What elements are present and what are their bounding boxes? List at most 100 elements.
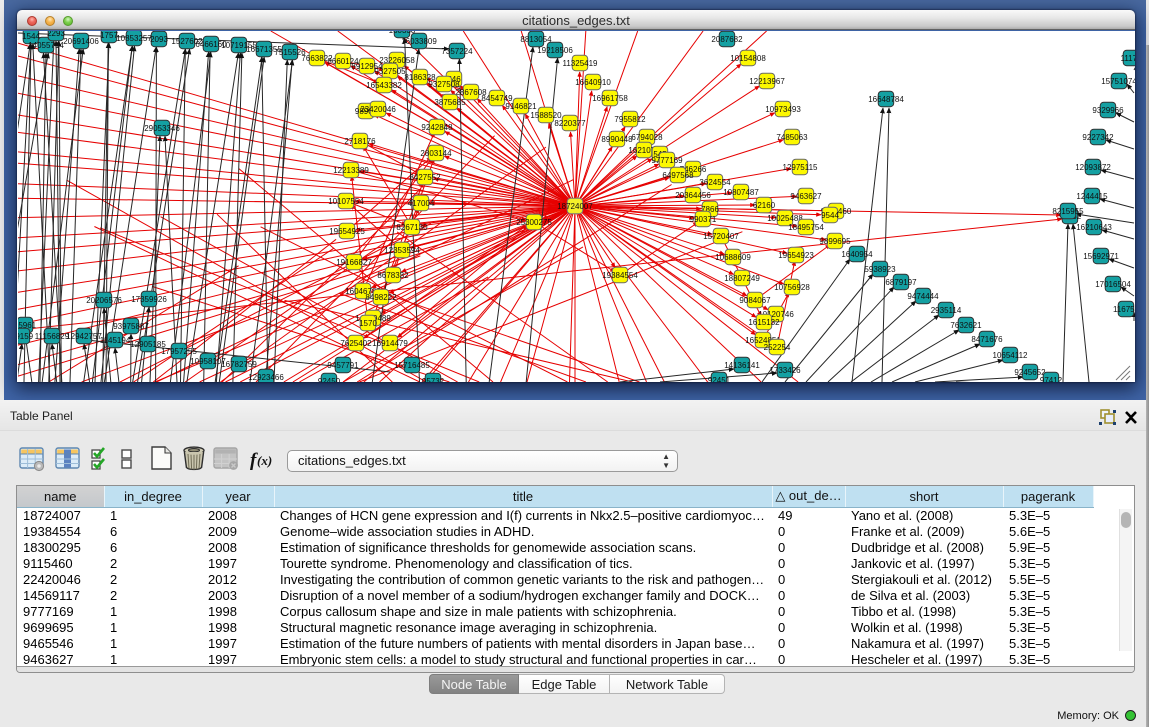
svg-text:8813054: 8813054 — [520, 35, 552, 44]
svg-text:990371: 990371 — [690, 215, 717, 224]
svg-text:18807249: 18807249 — [724, 274, 760, 283]
svg-text:9084067: 9084067 — [739, 296, 771, 305]
svg-text:7955812: 7955812 — [614, 115, 646, 124]
svg-text:8427552: 8427552 — [409, 173, 441, 182]
svg-text:12213389: 12213389 — [333, 166, 369, 175]
svg-text:10688609: 10688609 — [715, 253, 751, 262]
svg-text:12213967: 12213967 — [749, 77, 785, 86]
svg-text:10973493: 10973493 — [765, 105, 801, 114]
svg-text:3875685: 3875685 — [434, 98, 466, 107]
svg-text:1615132: 1615132 — [748, 318, 780, 327]
svg-text:2803144: 2803144 — [420, 149, 452, 158]
svg-text:9899695: 9899695 — [819, 237, 851, 246]
svg-text:2087682: 2087682 — [711, 35, 743, 44]
svg-text:252254: 252254 — [764, 343, 791, 352]
svg-text:15716485: 15716485 — [394, 361, 430, 370]
svg-text:9329966: 9329966 — [1092, 106, 1124, 115]
svg-text:9544: 9544 — [821, 211, 839, 220]
svg-text:9474444: 9474444 — [907, 292, 939, 301]
svg-text:15720407: 15720407 — [703, 232, 739, 241]
svg-text:7625402: 7625402 — [340, 339, 372, 348]
svg-text:19384554: 19384554 — [602, 271, 638, 280]
svg-text:2093: 2093 — [150, 35, 168, 44]
svg-text:92450: 92450 — [318, 377, 341, 382]
svg-text:12975115: 12975115 — [783, 163, 819, 172]
svg-text:1733426: 1733426 — [769, 366, 801, 375]
svg-text:417004: 417004 — [408, 199, 435, 208]
svg-text:97412: 97412 — [1040, 376, 1063, 382]
svg-text:9327505: 9327505 — [374, 67, 406, 76]
svg-text:16961758: 16961758 — [592, 94, 628, 103]
svg-text:10107554: 10107554 — [328, 197, 364, 206]
svg-text:8220377: 8220377 — [554, 119, 586, 128]
svg-text:92451: 92451 — [708, 376, 731, 382]
svg-text:10154808: 10154808 — [730, 54, 766, 63]
svg-text:1640954: 1640954 — [841, 250, 873, 259]
svg-text:12942757: 12942757 — [66, 332, 102, 341]
svg-text:16543382: 16543382 — [366, 81, 402, 90]
svg-text:10654112: 10654112 — [993, 351, 1029, 360]
svg-text:16640910: 16640910 — [575, 78, 611, 87]
svg-text:9463627: 9463627 — [790, 192, 822, 201]
svg-text:62160: 62160 — [753, 201, 776, 210]
svg-text:23420046: 23420046 — [360, 105, 396, 114]
svg-text:12353594: 12353594 — [384, 246, 420, 255]
svg-text:10807487: 10807487 — [723, 188, 759, 197]
svg-text:25300275: 25300275 — [516, 218, 552, 227]
svg-text:116753: 116753 — [1113, 305, 1135, 314]
svg-text:11156829: 11156829 — [35, 332, 70, 341]
svg-text:5938923: 5938923 — [864, 265, 896, 274]
svg-text:15751074: 15751074 — [1101, 77, 1135, 86]
svg-text:8678332: 8678332 — [377, 271, 409, 280]
svg-text:6794028: 6794028 — [631, 133, 663, 142]
svg-text:39159: 39159 — [18, 332, 34, 341]
svg-text:8990448: 8990448 — [601, 135, 633, 144]
svg-text:9227342: 9227342 — [1082, 133, 1114, 142]
svg-text:20691406: 20691406 — [63, 37, 99, 46]
svg-text:8215955: 8215955 — [1052, 207, 1084, 216]
svg-text:1244415: 1244415 — [1076, 192, 1108, 201]
svg-text:2718176: 2718176 — [344, 137, 376, 146]
svg-text:16782759: 16782759 — [221, 360, 257, 369]
svg-text:8471676: 8471676 — [971, 335, 1003, 344]
svg-text:16033809: 16033809 — [401, 37, 437, 46]
svg-text:9146821: 9146821 — [505, 102, 537, 111]
svg-text:29053346: 29053346 — [144, 124, 180, 133]
svg-text:12093872: 12093872 — [1075, 163, 1111, 172]
svg-text:17957255: 17957255 — [161, 347, 197, 356]
svg-text:14136141: 14136141 — [724, 361, 760, 370]
svg-text:19654923: 19654923 — [778, 251, 814, 260]
svg-text:10756928: 10756928 — [774, 283, 810, 292]
svg-text:8267130: 8267130 — [396, 223, 428, 232]
svg-text:8498222: 8498222 — [365, 293, 397, 302]
svg-text:17016504: 17016504 — [1095, 280, 1131, 289]
svg-text:1544: 1544 — [22, 32, 40, 41]
svg-text:16914479: 16914479 — [372, 339, 408, 348]
svg-text:19166827: 19166827 — [336, 258, 372, 267]
svg-text:3624554: 3624554 — [699, 178, 731, 187]
svg-text:1570: 1570 — [359, 319, 377, 328]
svg-text:9242848: 9242848 — [421, 123, 453, 132]
svg-text:12923466: 12923466 — [248, 373, 284, 382]
svg-text:18724007: 18724007 — [557, 202, 593, 211]
svg-text:7485063: 7485063 — [776, 133, 808, 142]
svg-text:16210643: 16210643 — [1076, 223, 1112, 232]
svg-text:93975887: 93975887 — [113, 322, 149, 331]
svg-text:10853257: 10853257 — [116, 34, 152, 43]
svg-text:11325419: 11325419 — [563, 59, 599, 68]
svg-text:18495754: 18495754 — [788, 223, 824, 232]
svg-text:1145194: 1145194 — [100, 336, 131, 345]
svg-text:20206576: 20206576 — [86, 296, 122, 305]
svg-text:95732: 95732 — [422, 377, 445, 382]
svg-text:20364456: 20364456 — [675, 191, 711, 200]
svg-text:11174: 11174 — [1120, 54, 1135, 63]
svg-text:17359926: 17359926 — [131, 295, 167, 304]
svg-text:19218506: 19218506 — [537, 46, 573, 55]
svg-text:6879197: 6879197 — [885, 278, 917, 287]
svg-text:15692971: 15692971 — [1083, 252, 1119, 261]
svg-text:9777169: 9777169 — [651, 156, 683, 165]
svg-text:7632621: 7632621 — [950, 321, 982, 330]
svg-text:14055714: 14055714 — [28, 41, 64, 50]
svg-text:9457791: 9457791 — [327, 361, 359, 370]
svg-text:7357224: 7357224 — [441, 47, 473, 56]
